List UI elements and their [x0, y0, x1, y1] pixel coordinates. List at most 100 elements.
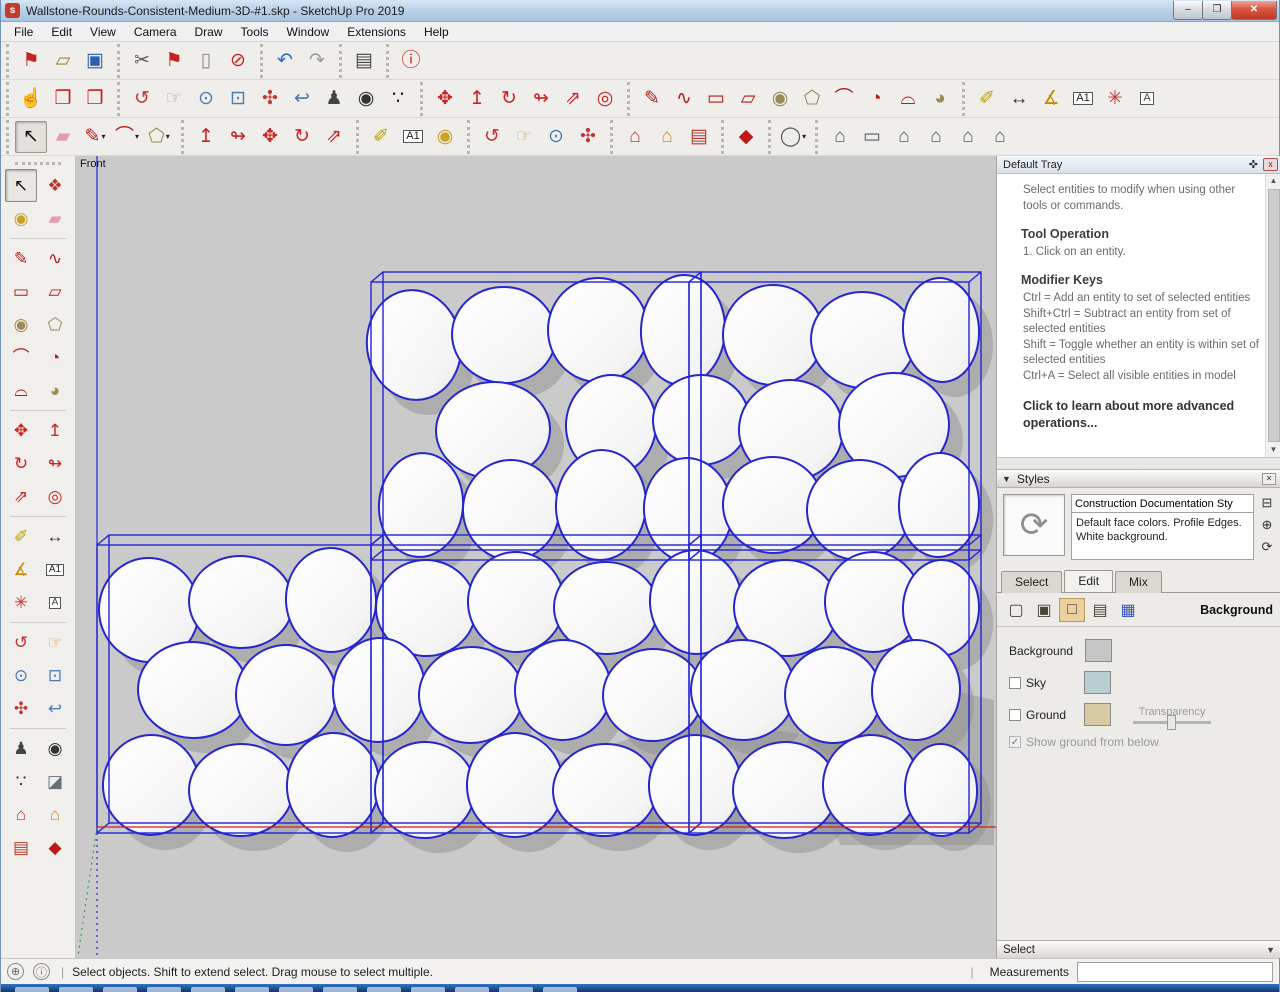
style-description[interactable]: Default face colors. Profile Edges. Whit… — [1071, 513, 1254, 560]
rotate-button[interactable]: ↻ — [5, 447, 37, 480]
axes-button[interactable]: ✳ — [5, 586, 37, 619]
taskbar-item[interactable] — [191, 987, 225, 992]
close-button[interactable]: ✕ — [1231, 0, 1277, 20]
view-iso-button[interactable]: ⌂ — [824, 121, 856, 153]
zoom-window-button[interactable]: ⊡ — [222, 83, 254, 115]
tape-measure-button[interactable]: ✐ — [5, 520, 37, 553]
line-button[interactable]: ✎ — [636, 83, 668, 115]
arc-button[interactable]: ⌒ — [5, 341, 37, 374]
pane-collapse-icon[interactable]: ▼ — [1266, 945, 1275, 955]
taskbar-item[interactable] — [455, 987, 489, 992]
shapes-button[interactable]: ⬠ ▾ — [143, 121, 175, 153]
arc-button[interactable]: ⌒ ▾ — [111, 121, 143, 153]
extension-warehouse-button[interactable]: ⌂ — [651, 121, 683, 153]
background-swatch[interactable] — [1085, 639, 1112, 662]
3d-text-button[interactable]: A — [1131, 83, 1163, 115]
menu-help[interactable]: Help — [415, 23, 458, 41]
eraser-button[interactable]: ▰ — [39, 202, 71, 235]
styles-close-icon[interactable]: ✕ — [1262, 472, 1276, 485]
instructor-learn-more-link[interactable]: Click to learn about more advanced opera… — [1023, 398, 1261, 432]
rotate-button[interactable]: ↻ — [493, 83, 525, 115]
model-info-button[interactable]: ⓘ — [395, 45, 427, 77]
taskbar-item[interactable] — [411, 987, 445, 992]
freehand-button[interactable]: ∿ — [668, 83, 700, 115]
push-pull-button[interactable]: ↥ — [461, 83, 493, 115]
walk-button[interactable]: ∵ — [382, 83, 414, 115]
zoom-previous-button[interactable]: ↩ — [39, 692, 71, 725]
paint-bucket-button[interactable]: ◉ — [5, 202, 37, 235]
scroll-up-icon[interactable]: ▲ — [1270, 174, 1278, 188]
orbit-button[interactable]: ↺ — [126, 83, 158, 115]
filled-arc-button[interactable]: ◕ — [924, 83, 956, 115]
watermark-settings-button[interactable]: ▤ — [1087, 598, 1113, 622]
tab-select[interactable]: Select — [1001, 571, 1063, 593]
move-button[interactable]: ✥ — [5, 414, 37, 447]
push-pull-button[interactable]: ↥ — [39, 414, 71, 447]
dimension-button[interactable]: ↔ — [39, 520, 71, 553]
protractor-button[interactable]: ∡ — [1035, 83, 1067, 115]
extension-warehouse-button[interactable]: ⌂ — [39, 798, 71, 831]
zoom-button[interactable]: ⊙ — [540, 121, 572, 153]
menu-edit[interactable]: Edit — [42, 23, 81, 41]
taskbar-item[interactable] — [543, 987, 577, 992]
model-viewport[interactable]: Front — [76, 156, 996, 958]
open-button[interactable]: ▱ — [47, 45, 79, 77]
circle-button[interactable]: ◉ — [764, 83, 796, 115]
taskbar-item[interactable] — [235, 987, 269, 992]
viewport-canvas[interactable] — [76, 156, 996, 958]
taskbar-item[interactable] — [59, 987, 93, 992]
zoom-extents-button[interactable]: ✣ — [572, 121, 604, 153]
3d-warehouse-button[interactable]: ⌂ — [5, 798, 37, 831]
view-front-button[interactable]: ⌂ — [888, 121, 920, 153]
chevron-down-icon[interactable]: ▾ — [166, 132, 170, 141]
circle-button[interactable]: ◉ — [5, 308, 37, 341]
position-camera-button[interactable]: ♟ — [318, 83, 350, 115]
create-style-button[interactable]: ⊕ — [1258, 516, 1276, 534]
scrollbar-thumb[interactable] — [1267, 189, 1280, 442]
menu-window[interactable]: Window — [278, 23, 339, 41]
look-around-button[interactable]: ◉ — [350, 83, 382, 115]
rotated-rectangle-button[interactable]: ▱ — [732, 83, 764, 115]
position-camera-button[interactable]: ♟ — [5, 732, 37, 765]
secondary-pane-button[interactable]: ⊟ — [1258, 494, 1276, 512]
3d-text-button[interactable]: A — [39, 586, 71, 619]
chevron-down-icon[interactable]: ▾ — [802, 132, 806, 141]
hand-cursor-button[interactable]: ☝ — [15, 83, 47, 115]
instructor-scrollbar[interactable]: ▲ ▼ — [1265, 174, 1280, 457]
orbit-button[interactable]: ↺ — [476, 121, 508, 153]
zoom-previous-button[interactable]: ↩ — [286, 83, 318, 115]
minimize-button[interactable]: – — [1173, 0, 1203, 20]
orbit-button[interactable]: ↺ — [5, 626, 37, 659]
zoom-extents-button[interactable]: ✣ — [5, 692, 37, 725]
menu-draw[interactable]: Draw — [186, 23, 232, 41]
view-left-button[interactable]: ⌂ — [984, 121, 1016, 153]
update-style-button[interactable]: ⟳ — [1258, 538, 1276, 556]
paste-button[interactable]: ▯ — [190, 45, 222, 77]
account-button[interactable]: ◯ ▾ — [777, 121, 809, 153]
send-to-layout-button[interactable]: ▤ — [5, 831, 37, 864]
zoom-button[interactable]: ⊙ — [190, 83, 222, 115]
tab-edit[interactable]: Edit — [1064, 570, 1114, 592]
scale-button[interactable]: ⇗ — [557, 83, 589, 115]
scale-button[interactable]: ⇗ — [5, 480, 37, 513]
line-button[interactable]: ✎ — [5, 242, 37, 275]
line-button[interactable]: ✎ ▾ — [79, 121, 111, 153]
follow-me-button[interactable]: ↬ — [525, 83, 557, 115]
menu-view[interactable]: View — [81, 23, 125, 41]
collapse-triangle-icon[interactable]: ▼ — [1002, 474, 1011, 484]
walk-button[interactable]: ∵ — [5, 765, 37, 798]
style-thumbnail[interactable]: ⟳ — [1003, 494, 1065, 556]
arc-3pt-button[interactable]: ⌓ — [5, 374, 37, 407]
print-button[interactable]: ▤ — [348, 45, 380, 77]
tape-measure-button[interactable]: ✐ — [971, 83, 1003, 115]
menu-camera[interactable]: Camera — [125, 23, 186, 41]
measurements-input[interactable] — [1077, 961, 1273, 982]
pan-button[interactable]: ☞ — [158, 83, 190, 115]
follow-me-button[interactable]: ↬ — [222, 121, 254, 153]
dimension-button[interactable]: ↔ — [1003, 83, 1035, 115]
save-button[interactable]: ▣ — [79, 45, 111, 77]
polygon-button[interactable]: ⬠ — [796, 83, 828, 115]
modeling-settings-button[interactable]: ▦ — [1115, 598, 1141, 622]
eraser-button[interactable]: ▰ — [47, 121, 79, 153]
make-component-button[interactable]: ❖ — [39, 169, 71, 202]
